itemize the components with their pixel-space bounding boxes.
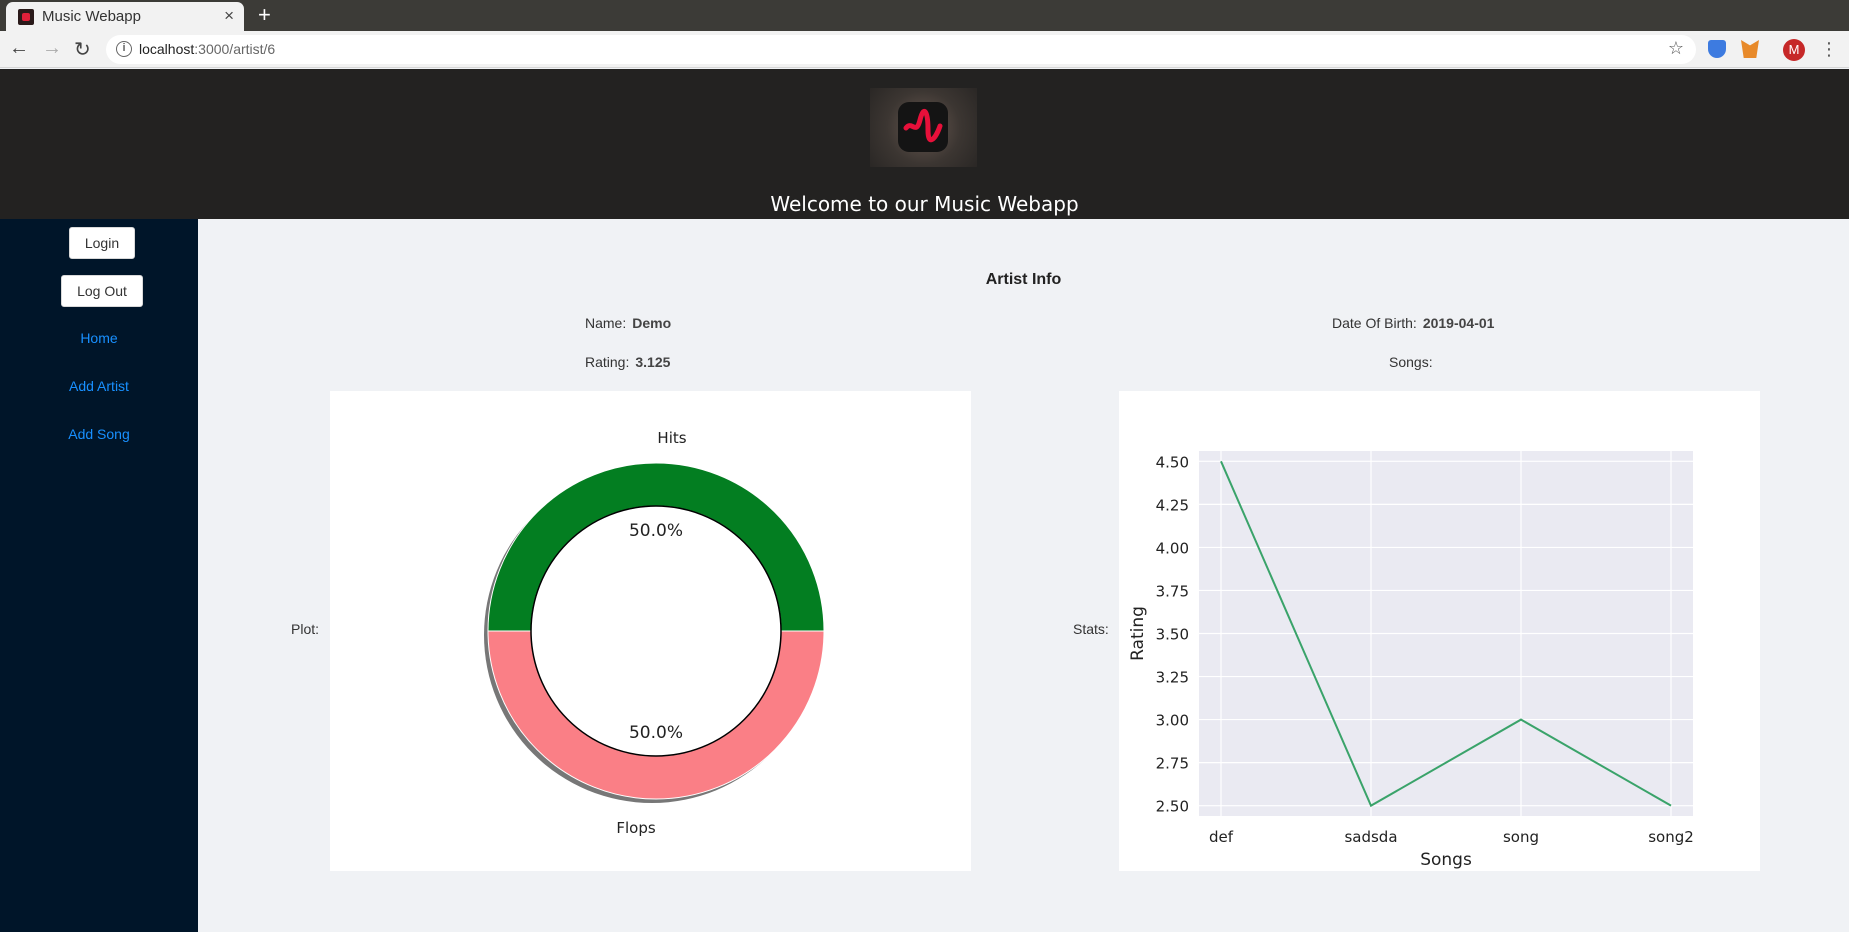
rating-value: 3.125 xyxy=(635,354,671,370)
y-tick-label: 4.25 xyxy=(1156,496,1189,514)
main-content: Artist Info Name: Demo Date Of Birth: 2019… xyxy=(198,219,1849,932)
donut-label-hits: Hits xyxy=(657,429,686,447)
browser-tab-bar: Music Webapp × + xyxy=(0,0,1849,31)
fox-extension-icon[interactable] xyxy=(1741,40,1759,58)
app-favicon-icon xyxy=(18,9,34,25)
browser-menu-icon[interactable]: ⋮ xyxy=(1820,39,1838,59)
name-value: Demo xyxy=(632,315,672,331)
login-button[interactable]: Login xyxy=(69,227,135,259)
sidebar-link-home[interactable]: Home xyxy=(0,330,198,346)
y-tick-label: 3.75 xyxy=(1156,582,1189,600)
x-tick-label: song xyxy=(1503,828,1539,846)
close-tab-icon[interactable]: × xyxy=(224,6,234,26)
y-tick-label: 2.50 xyxy=(1156,798,1189,816)
sidebar-link-add-song[interactable]: Add Song xyxy=(0,426,198,442)
profile-avatar[interactable]: M xyxy=(1783,39,1805,61)
sidebar-link-add-artist[interactable]: Add Artist xyxy=(0,378,198,394)
y-tick-label: 4.50 xyxy=(1156,453,1189,471)
tab-title: Music Webapp xyxy=(42,8,141,25)
donut-label-flops: Flops xyxy=(616,819,655,837)
bookmark-star-icon[interactable]: ☆ xyxy=(1668,38,1684,59)
app-logo xyxy=(870,88,977,167)
name-field: Name: Demo xyxy=(585,315,671,331)
reload-icon[interactable]: ↻ xyxy=(74,37,91,62)
y-tick-label: 3.00 xyxy=(1156,712,1189,730)
site-info-icon[interactable]: i xyxy=(116,41,132,57)
url-text: localhost:3000/artist/6 xyxy=(139,41,275,57)
rating-label: Rating xyxy=(585,354,626,370)
y-tick-label: 2.75 xyxy=(1156,755,1189,773)
x-axis-label: Songs xyxy=(1420,850,1472,870)
donut-chart: Hits Flops 50.0% 50.0% xyxy=(484,429,825,837)
x-tick-label: song2 xyxy=(1648,828,1694,846)
forward-arrow-icon[interactable]: → xyxy=(42,37,62,60)
logout-button[interactable]: Log Out xyxy=(61,275,143,307)
app-header: Welcome to our Music Webapp xyxy=(0,69,1849,219)
plot-label: Plot: xyxy=(291,621,320,637)
dob-colon: : xyxy=(1412,315,1417,331)
y-tick-label: 4.00 xyxy=(1156,539,1189,557)
name-label: Name xyxy=(585,315,623,331)
rating-field: Rating: 3.125 xyxy=(585,354,670,370)
y-tick-label: 3.50 xyxy=(1156,626,1189,644)
address-bar[interactable]: i localhost:3000/artist/6 ☆ xyxy=(106,35,1696,64)
url-host: localhost xyxy=(139,41,195,57)
donut-chart-panel: Hits Flops 50.0% 50.0% xyxy=(330,391,971,871)
donut-percent-hits: 50.0% xyxy=(629,521,683,541)
logo-tile xyxy=(898,102,948,152)
app-title: Welcome to our Music Webapp xyxy=(770,192,1079,216)
plot-label-text: Plot xyxy=(291,621,316,637)
x-tick-label: def xyxy=(1209,828,1234,846)
dob-label: Date Of Birth xyxy=(1332,315,1413,331)
sidebar: Login Log Out Home Add Artist Add Song xyxy=(0,219,198,932)
shield-extension-icon[interactable] xyxy=(1708,40,1726,58)
browser-toolbar: ← → ↻ i localhost:3000/artist/6 ☆ M ⋮ xyxy=(0,31,1849,68)
back-arrow-icon[interactable]: ← xyxy=(9,37,29,60)
rating-colon: : xyxy=(625,354,630,370)
name-colon: : xyxy=(622,315,627,331)
dob-value: 2019-04-01 xyxy=(1422,315,1495,331)
sound-wave-icon xyxy=(903,108,943,143)
line-chart-panel: 2.50 2.75 3.00 3.25 3.50 3.75 4.00 4.25 4.50 def s… xyxy=(1119,391,1760,871)
dob-field: Date Of Birth: 2019-04-01 xyxy=(1332,315,1494,331)
songs-label: Songs xyxy=(1389,354,1429,370)
x-tick-label: sadsda xyxy=(1344,828,1397,846)
stats-label-text: Stats xyxy=(1073,621,1105,637)
songs-colon: : xyxy=(1428,354,1433,370)
artist-info-title: Artist Info xyxy=(985,271,1062,288)
new-tab-button[interactable]: + xyxy=(258,2,271,28)
songs-field: Songs: xyxy=(1389,354,1433,370)
stats-label: Stats: xyxy=(1073,621,1109,637)
browser-tab[interactable]: Music Webapp × xyxy=(6,2,244,31)
donut-hole xyxy=(530,505,782,757)
y-tick-label: 3.25 xyxy=(1156,669,1189,687)
y-axis-label: Rating xyxy=(1128,606,1148,661)
url-path: :3000/artist/6 xyxy=(194,41,276,57)
donut-percent-flops: 50.0% xyxy=(629,723,683,743)
line-chart: 2.50 2.75 3.00 3.25 3.50 3.75 4.00 4.25 4.50 def s… xyxy=(1128,451,1694,870)
